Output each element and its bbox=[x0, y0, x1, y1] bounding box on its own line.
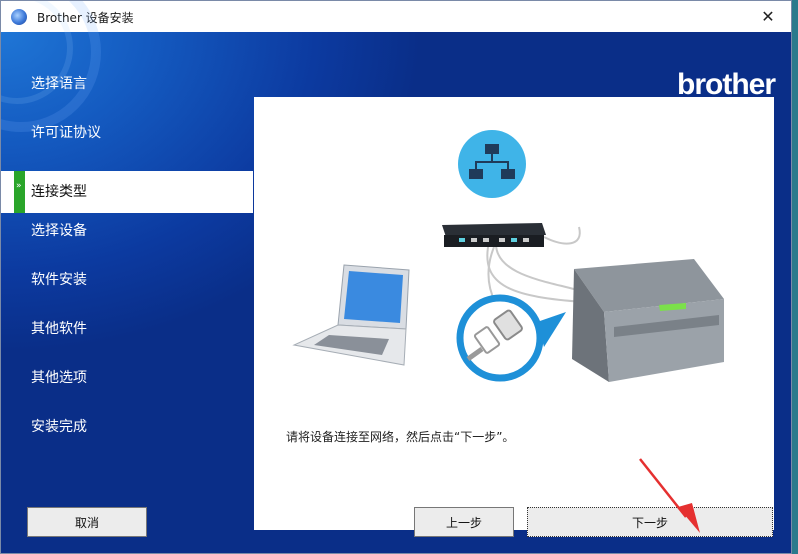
close-button[interactable]: ✕ bbox=[745, 1, 791, 32]
sidebar-item-select-device[interactable]: 选择设备 bbox=[1, 210, 253, 252]
sidebar-item-select-language[interactable]: 选择语言 bbox=[1, 63, 253, 105]
sidebar-item-other-software[interactable]: 其他软件 bbox=[1, 308, 253, 350]
network-illustration bbox=[292, 130, 724, 382]
annotation-arrow-icon bbox=[639, 458, 700, 533]
active-step-marker bbox=[14, 165, 25, 213]
sidebar-item-connection-type[interactable]: 连接类型 bbox=[1, 165, 253, 213]
sidebar-item-other-options[interactable]: 其他选项 bbox=[1, 357, 253, 399]
laptop-icon bbox=[292, 264, 410, 366]
installer-body: brother 选择语言 许可证协议 连接类型 选择设备 软件安装 其他软件 其… bbox=[1, 1, 791, 553]
router-icon bbox=[442, 223, 546, 247]
cancel-button[interactable]: 取消 bbox=[27, 507, 147, 537]
sidebar-item-software-install[interactable]: 软件安装 bbox=[1, 259, 253, 301]
title-bar: Brother 设备安装 ✕ bbox=[1, 1, 791, 33]
network-icon bbox=[458, 130, 526, 198]
sidebar-item-install-complete[interactable]: 安装完成 bbox=[1, 406, 253, 448]
back-button[interactable]: 上一步 bbox=[414, 507, 514, 537]
printer-icon bbox=[572, 259, 724, 382]
ethernet-magnifier-icon bbox=[456, 294, 566, 382]
sidebar-item-license[interactable]: 许可证协议 bbox=[1, 112, 253, 154]
instruction-text: 请将设备连接至网络，然后点击“下一步”。 bbox=[286, 430, 515, 444]
installer-window: Brother 设备安装 ✕ brother 选择语言 许可证协议 连接类型 选… bbox=[0, 0, 792, 554]
sidebar-item-label: 连接类型 bbox=[31, 184, 87, 200]
